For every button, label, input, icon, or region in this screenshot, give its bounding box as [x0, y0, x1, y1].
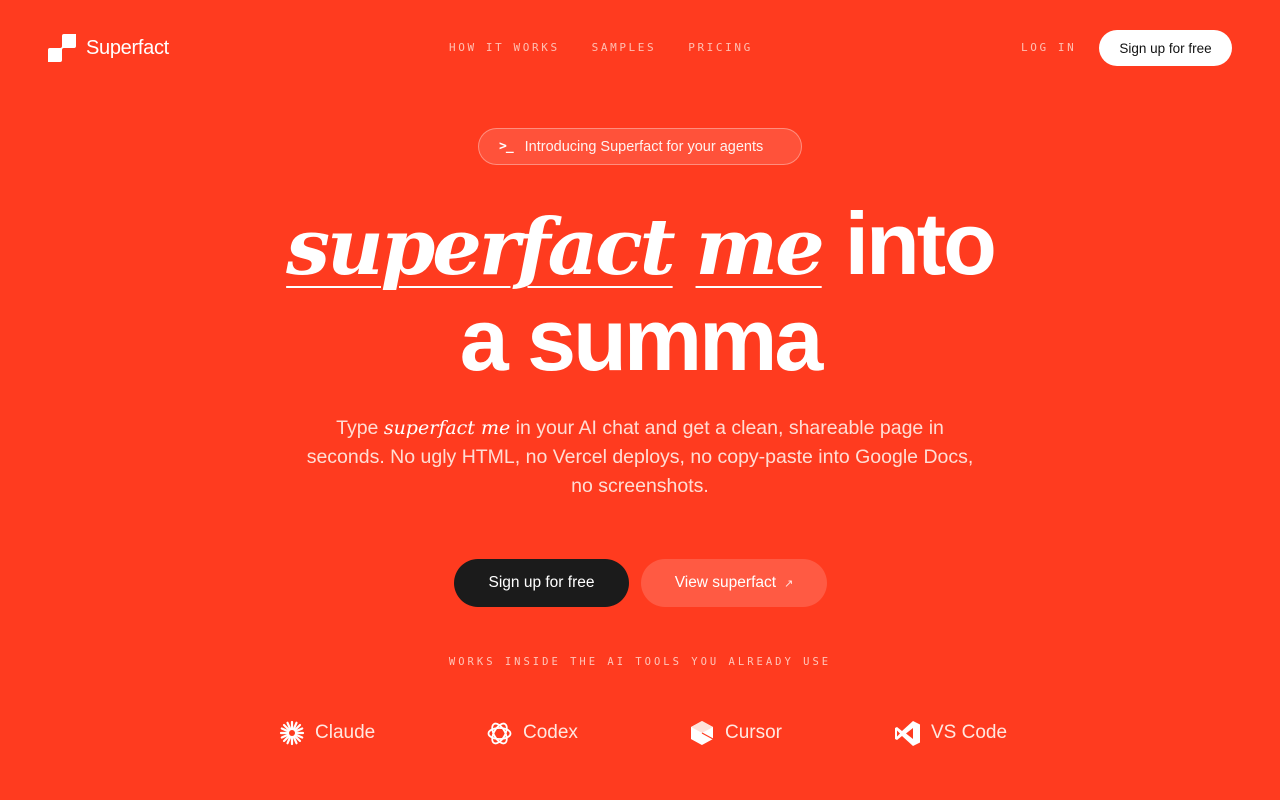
- headline-line-1: superfact me into: [0, 194, 1280, 294]
- headline-into: into: [844, 194, 997, 293]
- login-link[interactable]: LOG IN: [1021, 40, 1076, 56]
- subtext-italic: superfact me: [383, 417, 511, 439]
- nav-links: HOW IT WORKS SAMPLES PRICING: [449, 40, 753, 56]
- tool-name-cursor: Cursor: [725, 722, 783, 743]
- tool-claude: Claude: [279, 718, 375, 748]
- landing-page: Superfact HOW IT WORKS SAMPLES PRICING L…: [0, 0, 1280, 800]
- nav-signup-button[interactable]: Sign up for free: [1099, 30, 1232, 66]
- brand-logo[interactable]: Superfact: [48, 34, 169, 62]
- vscode-icon: [894, 720, 921, 747]
- codex-icon: [486, 720, 513, 747]
- arrow-up-right-icon: ↗: [784, 577, 794, 590]
- nav-link-pricing[interactable]: PRICING: [688, 40, 753, 56]
- terminal-icon: >_: [499, 139, 514, 154]
- hero-headline: superfact me into a summa: [0, 196, 1280, 388]
- tool-name-vscode: VS Code: [931, 722, 1008, 743]
- brand-name: Superfact: [86, 36, 169, 59]
- nav-link-samples[interactable]: SAMPLES: [592, 40, 657, 56]
- tool-cursor: Cursor: [689, 718, 782, 748]
- tool-codex: Codex: [486, 718, 578, 748]
- nav-link-how-it-works[interactable]: HOW IT WORKS: [449, 40, 560, 56]
- top-nav: Superfact HOW IT WORKS SAMPLES PRICING L…: [0, 0, 1280, 96]
- hero-subtext: Type superfact me in your AI chat and ge…: [300, 414, 980, 501]
- subtext-part-1: Type: [336, 417, 384, 439]
- tool-name-codex: Codex: [523, 722, 578, 743]
- badge-text: Introducing Superfact for your agents: [524, 138, 764, 155]
- view-superfact-label: View superfact: [674, 574, 777, 591]
- cursor-icon: [689, 720, 715, 746]
- tool-name-claude: Claude: [315, 722, 376, 743]
- view-superfact-button[interactable]: View superfact ↗: [641, 559, 827, 607]
- superfact-logo-icon: [48, 34, 76, 62]
- signup-button[interactable]: Sign up for free: [454, 559, 629, 607]
- tool-vscode: VS Code: [894, 718, 1007, 748]
- claude-icon: [279, 720, 305, 746]
- headline-italic-me: me: [695, 202, 825, 293]
- headline-line-2: a summa: [459, 290, 824, 389]
- works-inside-label: WORKS INSIDE THE AI TOOLS YOU ALREADY US…: [448, 656, 832, 668]
- announcement-badge[interactable]: >_ Introducing Superfact for your agents: [478, 128, 802, 165]
- headline-italic-superfact: superfact: [286, 202, 675, 293]
